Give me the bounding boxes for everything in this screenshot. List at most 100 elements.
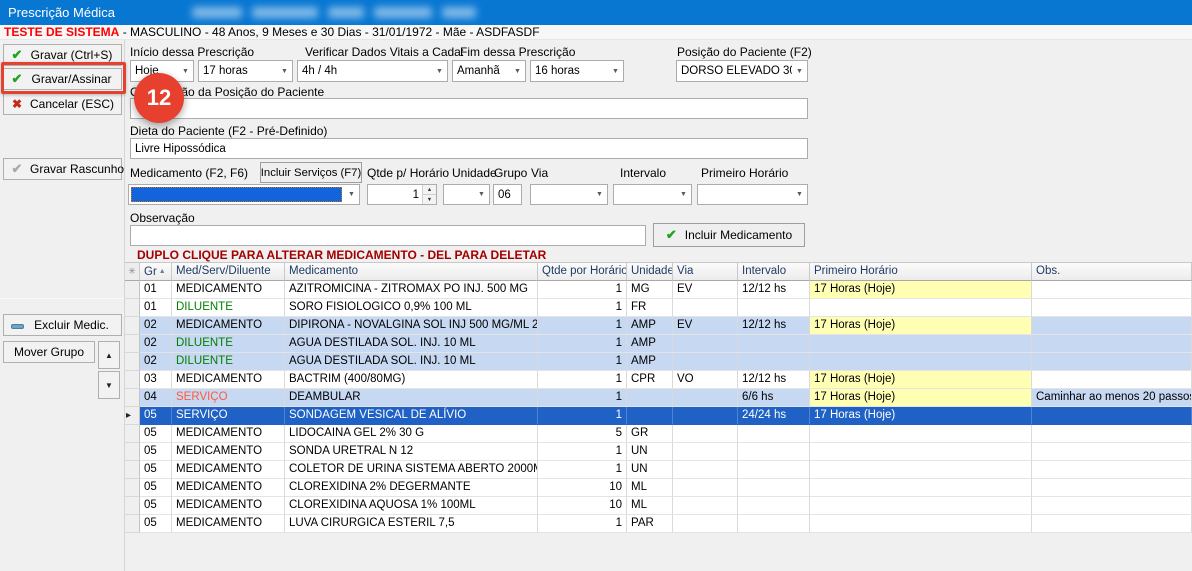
- check-icon: ✔: [666, 227, 677, 243]
- cell-route: [673, 407, 738, 425]
- dropdown-arrow-icon: ▼: [510, 68, 525, 75]
- delete-medication-button[interactable]: Excluir Medic.: [3, 314, 122, 336]
- table-row[interactable]: ▸05SERVIÇOSONDAGEM VESICAL DE ALÍVIO124/…: [125, 407, 1192, 425]
- interval-dropdown[interactable]: ▼: [613, 184, 692, 205]
- table-row[interactable]: 01MEDICAMENTOAZITROMICINA - ZITROMAX PO …: [125, 281, 1192, 299]
- table-row[interactable]: 05MEDICAMENTOSONDA URETRAL N 121UN: [125, 443, 1192, 461]
- diet-input[interactable]: [130, 138, 808, 159]
- cell-route: [673, 479, 738, 497]
- cell-obs: [1032, 479, 1192, 497]
- cell-obs: Caminhar ao menos 20 passos: [1032, 389, 1192, 407]
- grid-corner-icon: ✳: [125, 262, 140, 281]
- group-input[interactable]: [493, 184, 522, 205]
- cell-type: MEDICAMENTO: [172, 515, 285, 533]
- interval-label: Intervalo: [620, 166, 666, 180]
- cell-type: MEDICAMENTO: [172, 497, 285, 515]
- down-arrow-icon: ▼: [105, 381, 113, 390]
- table-row[interactable]: 05MEDICAMENTOCLOREXIDINA AQUOSA 1% 100ML…: [125, 497, 1192, 515]
- position-observation-input[interactable]: [130, 98, 808, 119]
- move-group-up-button[interactable]: ▲: [98, 341, 120, 369]
- column-header-primeiro-hor-rio[interactable]: Primeiro Horário: [810, 262, 1032, 281]
- end-day-dropdown[interactable]: Amanhã ▼: [452, 60, 526, 82]
- table-row[interactable]: 02MEDICAMENTODIPIRONA - NOVALGINA SOL IN…: [125, 317, 1192, 335]
- cell-group: 01: [140, 281, 172, 299]
- table-row[interactable]: 02DILUENTEAGUA DESTILADA SOL. INJ. 10 ML…: [125, 335, 1192, 353]
- save-button[interactable]: ✔ Gravar (Ctrl+S): [3, 44, 122, 66]
- dropdown-arrow-icon: ▼: [432, 68, 447, 75]
- column-header-via[interactable]: Via: [673, 262, 738, 281]
- cell-quantity: 10: [538, 497, 627, 515]
- column-header-medicamento[interactable]: Medicamento: [285, 262, 538, 281]
- cell-interval: [738, 461, 810, 479]
- column-header-qtde-por-hor-rio[interactable]: Qtde por Horário: [538, 262, 627, 281]
- table-row[interactable]: 05MEDICAMENTOLIDOCAINA GEL 2% 30 G5GR: [125, 425, 1192, 443]
- cell-first-time: [810, 299, 1032, 317]
- cell-type: DILUENTE: [172, 353, 285, 371]
- cell-group: 05: [140, 425, 172, 443]
- cell-unit: ML: [627, 497, 673, 515]
- cell-unit: GR: [627, 425, 673, 443]
- column-header-intervalo[interactable]: Intervalo: [738, 262, 810, 281]
- cell-first-time: [810, 425, 1032, 443]
- first-time-dropdown[interactable]: ▼: [697, 184, 808, 205]
- start-time-dropdown[interactable]: 17 horas ▼: [198, 60, 293, 82]
- cell-medication: SONDA URETRAL N 12: [285, 443, 538, 461]
- row-marker: [125, 281, 140, 299]
- column-header-obs[interactable]: Obs.: [1032, 262, 1192, 281]
- patient-name: TESTE DE SISTEMA: [4, 25, 119, 39]
- row-marker: [125, 497, 140, 515]
- row-marker: [125, 479, 140, 497]
- cell-route: [673, 515, 738, 533]
- quantity-stepper[interactable]: ▲ ▼: [367, 184, 437, 205]
- cell-type: SERVIÇO: [172, 407, 285, 425]
- cell-route: [673, 425, 738, 443]
- table-row[interactable]: 05MEDICAMENTOLUVA CIRURGICA ESTERIL 7,51…: [125, 515, 1192, 533]
- observation-input[interactable]: [130, 225, 646, 246]
- cell-group: 03: [140, 371, 172, 389]
- cancel-button[interactable]: ✖ Cancelar (ESC): [3, 93, 122, 115]
- spinner-up-icon[interactable]: ▲: [423, 185, 436, 195]
- dropdown-arrow-icon: ▼: [178, 68, 193, 75]
- cell-interval: [738, 353, 810, 371]
- table-row[interactable]: 05MEDICAMENTOCOLETOR DE URINA SISTEMA AB…: [125, 461, 1192, 479]
- route-dropdown[interactable]: ▼: [530, 184, 608, 205]
- cell-first-time: [810, 443, 1032, 461]
- quantity-input[interactable]: [368, 185, 422, 204]
- patient-position-dropdown[interactable]: DORSO ELEVADO 30 G ▼: [676, 60, 808, 82]
- save-draft-button[interactable]: ✔ Gravar Rascunho: [3, 158, 122, 180]
- column-header-unidade[interactable]: Unidade: [627, 262, 673, 281]
- include-services-button[interactable]: Incluir Serviços (F7): [260, 162, 362, 183]
- cell-type: MEDICAMENTO: [172, 317, 285, 335]
- table-row[interactable]: 02DILUENTEAGUA DESTILADA SOL. INJ. 10 ML…: [125, 353, 1192, 371]
- table-row[interactable]: 04SERVIÇODEAMBULAR16/6 hs17 Horas (Hoje)…: [125, 389, 1192, 407]
- end-prescription-label: Fim dessa Prescrição: [460, 45, 575, 59]
- column-header-gr[interactable]: Gr▲: [140, 262, 172, 281]
- table-row[interactable]: 03MEDICAMENTOBACTRIM (400/80MG)1CPRVO12/…: [125, 371, 1192, 389]
- cell-route: VO: [673, 371, 738, 389]
- column-header-med-serv-diluente[interactable]: Med/Serv/Diluente: [172, 262, 285, 281]
- end-time-dropdown[interactable]: 16 horas ▼: [530, 60, 624, 82]
- cell-obs: [1032, 299, 1192, 317]
- spinner-down-icon[interactable]: ▼: [423, 195, 436, 204]
- table-row[interactable]: 01DILUENTESORO FISIOLOGICO 0,9% 100 ML1F…: [125, 299, 1192, 317]
- cell-group: 02: [140, 353, 172, 371]
- annotation-step-badge: 12: [134, 73, 184, 123]
- grid-header[interactable]: ✳Gr▲Med/Serv/DiluenteMedicamentoQtde por…: [125, 262, 1192, 281]
- medication-combobox[interactable]: ▼: [128, 184, 360, 205]
- move-group-down-button[interactable]: ▼: [98, 371, 120, 399]
- row-marker: [125, 425, 140, 443]
- cell-unit: [627, 389, 673, 407]
- dropdown-arrow-icon: ▼: [277, 68, 292, 75]
- cell-quantity: 1: [538, 407, 627, 425]
- include-medication-button[interactable]: ✔ Incluir Medicamento: [653, 223, 805, 247]
- move-group-button[interactable]: Mover Grupo: [3, 341, 95, 363]
- cell-quantity: 1: [538, 371, 627, 389]
- unit-dropdown[interactable]: ▼: [443, 184, 490, 205]
- medication-combobox-selection: [131, 187, 342, 202]
- vitals-interval-dropdown[interactable]: 4h / 4h ▼: [297, 60, 448, 82]
- cell-interval: 12/12 hs: [738, 371, 810, 389]
- up-arrow-icon: ▲: [105, 351, 113, 360]
- save-sign-button[interactable]: ✔ Gravar/Assinar: [3, 68, 122, 90]
- cell-route: [673, 461, 738, 479]
- table-row[interactable]: 05MEDICAMENTOCLOREXIDINA 2% DEGERMANTE10…: [125, 479, 1192, 497]
